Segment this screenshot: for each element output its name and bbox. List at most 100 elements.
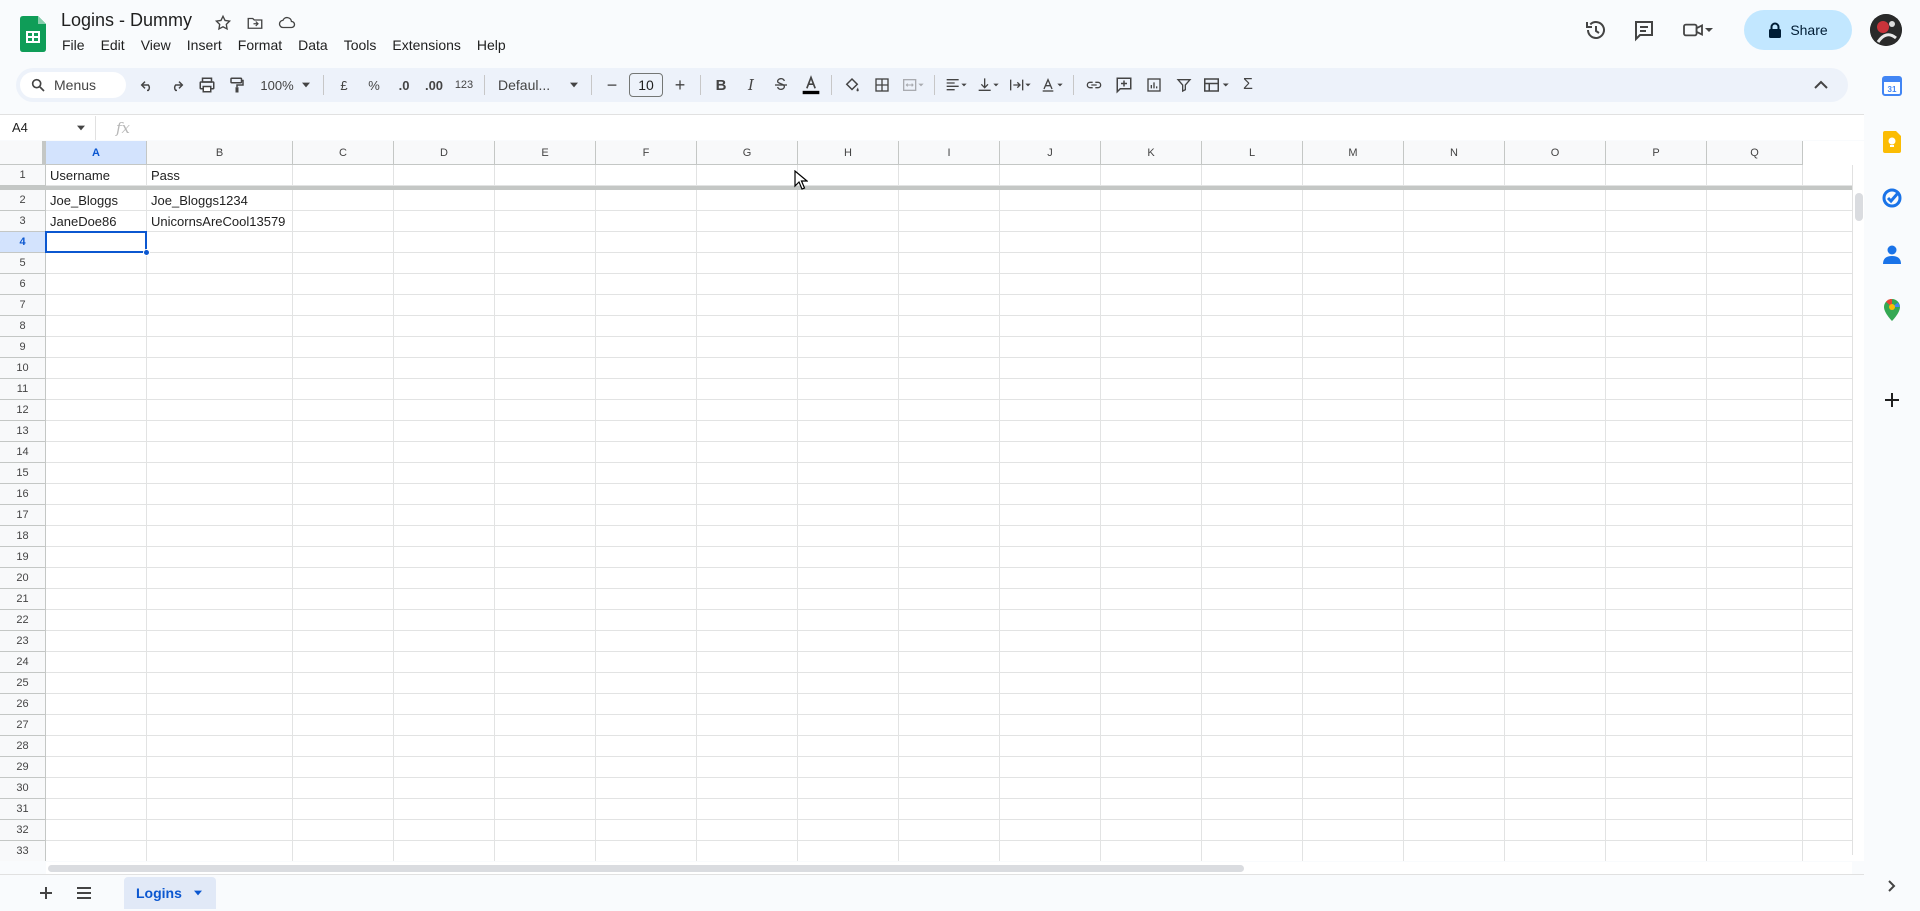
row-header-8[interactable]: 8: [0, 316, 46, 337]
increase-font-size-button[interactable]: +: [665, 71, 695, 99]
row-header-19[interactable]: 19: [0, 547, 46, 568]
filter-views-button[interactable]: [1199, 71, 1233, 99]
search-menus-button[interactable]: Menus: [20, 72, 126, 98]
get-addons-button[interactable]: [1880, 388, 1904, 412]
more-formats-button[interactable]: 123: [449, 71, 479, 99]
percent-format-button[interactable]: %: [359, 71, 389, 99]
move-folder-icon[interactable]: [242, 12, 268, 34]
tasks-icon[interactable]: [1880, 186, 1904, 210]
row-header-28[interactable]: 28: [0, 736, 46, 757]
active-cell-selection[interactable]: [45, 231, 147, 253]
column-header-f[interactable]: F: [596, 141, 697, 165]
row-header-25[interactable]: 25: [0, 673, 46, 694]
row-header-33[interactable]: 33: [0, 841, 46, 861]
row-header-3[interactable]: 3: [0, 211, 46, 232]
horizontal-scrollbar-thumb[interactable]: [48, 865, 1244, 872]
sheets-logo-icon[interactable]: [20, 16, 46, 52]
insert-comment-button[interactable]: [1109, 71, 1139, 99]
all-sheets-button[interactable]: [68, 877, 100, 909]
strikethrough-button[interactable]: [766, 71, 796, 99]
decrease-decimal-button[interactable]: .0: [389, 71, 419, 99]
column-header-k[interactable]: K: [1101, 141, 1202, 165]
row-header-32[interactable]: 32: [0, 820, 46, 841]
row-header-21[interactable]: 21: [0, 589, 46, 610]
horizontal-align-button[interactable]: [940, 71, 972, 99]
row-header-27[interactable]: 27: [0, 715, 46, 736]
column-header-d[interactable]: D: [394, 141, 495, 165]
menu-insert[interactable]: Insert: [179, 36, 230, 54]
cell-b3[interactable]: UnicornsAreCool13579: [148, 211, 292, 232]
calendar-icon[interactable]: 31: [1880, 74, 1904, 98]
row-header-26[interactable]: 26: [0, 694, 46, 715]
filter-button[interactable]: [1169, 71, 1199, 99]
row-header-14[interactable]: 14: [0, 442, 46, 463]
horizontal-scrollbar[interactable]: [46, 862, 1852, 874]
fill-color-button[interactable]: [837, 71, 867, 99]
menu-extensions[interactable]: Extensions: [384, 36, 468, 54]
row-header-6[interactable]: 6: [0, 274, 46, 295]
row-header-1[interactable]: 1: [0, 165, 46, 186]
increase-decimal-button[interactable]: .00: [419, 71, 449, 99]
menu-file[interactable]: File: [54, 36, 93, 54]
borders-button[interactable]: [867, 71, 897, 99]
italic-button[interactable]: I: [736, 71, 766, 99]
menu-edit[interactable]: Edit: [93, 36, 133, 54]
insert-chart-button[interactable]: [1139, 71, 1169, 99]
cell-b2[interactable]: Joe_Bloggs1234: [148, 190, 292, 211]
bold-button[interactable]: B: [706, 71, 736, 99]
column-header-a[interactable]: A: [46, 141, 147, 165]
row-header-18[interactable]: 18: [0, 526, 46, 547]
row-header-13[interactable]: 13: [0, 421, 46, 442]
column-header-o[interactable]: O: [1505, 141, 1606, 165]
keep-icon[interactable]: [1880, 130, 1904, 154]
currency-format-button[interactable]: £: [329, 71, 359, 99]
collapse-toolbar-button[interactable]: [1806, 71, 1836, 99]
menu-tools[interactable]: Tools: [336, 36, 385, 54]
column-header-h[interactable]: H: [798, 141, 899, 165]
column-header-i[interactable]: I: [899, 141, 1000, 165]
cloud-saved-icon[interactable]: [274, 12, 300, 34]
column-header-c[interactable]: C: [293, 141, 394, 165]
row-header-29[interactable]: 29: [0, 757, 46, 778]
row-header-9[interactable]: 9: [0, 337, 46, 358]
select-all-corner[interactable]: [0, 141, 46, 165]
sheet-tab-logins[interactable]: Logins: [124, 877, 216, 909]
version-history-icon[interactable]: [1576, 10, 1616, 50]
maps-icon[interactable]: [1880, 298, 1904, 322]
star-icon[interactable]: [210, 12, 236, 34]
meet-icon[interactable]: [1672, 10, 1724, 50]
row-header-5[interactable]: 5: [0, 253, 46, 274]
vertical-align-button[interactable]: [972, 71, 1004, 99]
font-family-select[interactable]: Defaul...: [490, 71, 586, 99]
document-title[interactable]: Logins - Dummy: [61, 10, 192, 31]
print-button[interactable]: [192, 71, 222, 99]
text-color-button[interactable]: [796, 71, 826, 99]
formula-input[interactable]: [142, 116, 1864, 140]
zoom-select[interactable]: 100%: [252, 71, 318, 99]
vertical-scrollbar-thumb[interactable]: [1855, 193, 1863, 221]
chevron-down-icon[interactable]: [193, 890, 202, 896]
menu-help[interactable]: Help: [469, 36, 514, 54]
redo-button[interactable]: [162, 71, 192, 99]
insert-link-button[interactable]: [1079, 71, 1109, 99]
row-header-30[interactable]: 30: [0, 778, 46, 799]
contacts-icon[interactable]: [1880, 242, 1904, 266]
comments-icon[interactable]: [1624, 10, 1664, 50]
row-header-16[interactable]: 16: [0, 484, 46, 505]
cell-a3[interactable]: JaneDoe86: [47, 211, 146, 232]
avatar[interactable]: [1870, 14, 1902, 46]
vertical-scrollbar[interactable]: [1852, 165, 1864, 855]
paint-format-button[interactable]: [222, 71, 252, 99]
show-side-panel-button[interactable]: [1880, 874, 1904, 898]
row-header-12[interactable]: 12: [0, 400, 46, 421]
column-header-e[interactable]: E: [495, 141, 596, 165]
row-header-2[interactable]: 2: [0, 190, 46, 211]
column-header-m[interactable]: M: [1303, 141, 1404, 165]
row-header-10[interactable]: 10: [0, 358, 46, 379]
row-header-17[interactable]: 17: [0, 505, 46, 526]
row-header-15[interactable]: 15: [0, 463, 46, 484]
menu-view[interactable]: View: [133, 36, 179, 54]
row-header-31[interactable]: 31: [0, 799, 46, 820]
column-header-n[interactable]: N: [1404, 141, 1505, 165]
row-header-7[interactable]: 7: [0, 295, 46, 316]
